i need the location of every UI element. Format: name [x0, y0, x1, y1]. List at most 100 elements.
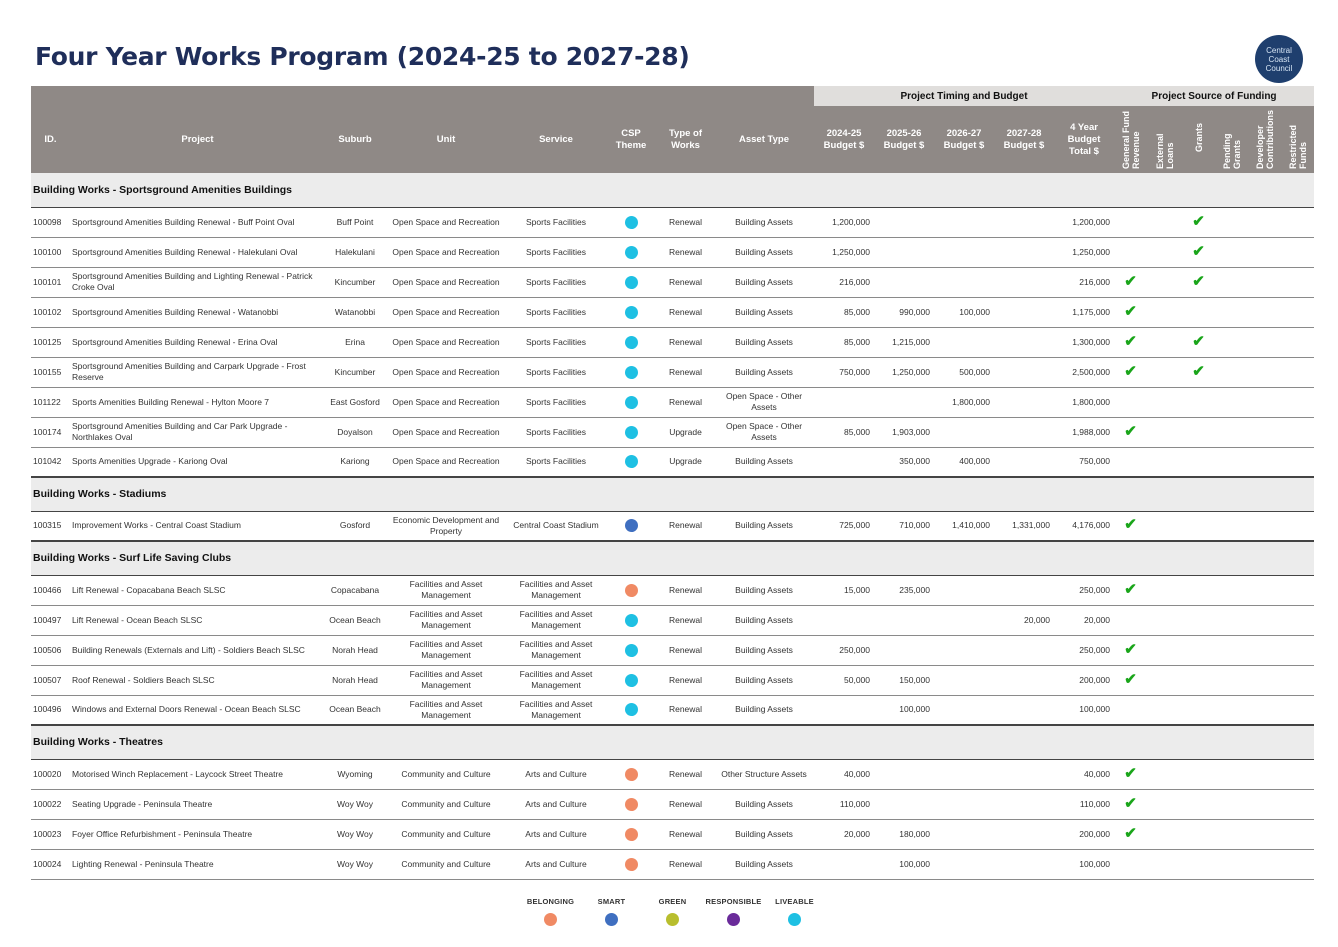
csp-theme-dot — [624, 703, 638, 717]
cell-pending-grants — [1215, 207, 1249, 238]
cell-grants — [1182, 511, 1216, 542]
cell-external-loans — [1147, 819, 1183, 850]
cell-project: Sportsground Amenities Building Renewal … — [70, 237, 325, 268]
cell-general-fund — [1114, 605, 1148, 636]
cell-budget-2026-27 — [934, 819, 994, 850]
cell-asset-type: Building Assets — [714, 357, 814, 388]
cell-id: 100466 — [31, 575, 70, 606]
cell-type-of-works: Renewal — [657, 759, 714, 790]
cell-suburb: Woy Woy — [325, 849, 385, 880]
cell-budget-2025-26: 100,000 — [874, 849, 934, 880]
csp-theme-dot — [624, 455, 638, 469]
csp-theme-dot — [624, 275, 638, 289]
cell-project: Lift Renewal - Copacabana Beach SLSC — [70, 575, 325, 606]
cell-grants — [1182, 447, 1216, 478]
cell-service: Facilities and Asset Management — [507, 635, 605, 666]
cell-developer-contributions — [1248, 849, 1282, 880]
cell-type-of-works: Renewal — [657, 605, 714, 636]
cell-id: 100024 — [31, 849, 70, 880]
cell-csp-theme — [605, 759, 657, 790]
cell-general-fund — [1114, 447, 1148, 478]
col-header-budget-2024-25: 2024-25 Budget $ — [814, 106, 874, 173]
legend-color-dot — [544, 913, 557, 926]
cell-grants — [1182, 665, 1216, 696]
cell-pending-grants — [1215, 267, 1249, 298]
checkmark-icon: ✔ — [1124, 516, 1137, 534]
cell-restricted-funds — [1281, 387, 1315, 418]
council-logo: Central Coast Council — [1255, 35, 1303, 83]
cell-type-of-works: Renewal — [657, 327, 714, 358]
cell-unit: Community and Culture — [385, 759, 507, 790]
cell-budget-2024-25: 216,000 — [814, 267, 874, 298]
cell-developer-contributions — [1248, 237, 1282, 268]
cell-4-year-total: 200,000 — [1054, 665, 1115, 696]
cell-budget-2025-26 — [874, 759, 934, 790]
checkmark-icon: ✔ — [1124, 794, 1137, 812]
cell-id: 100496 — [31, 695, 70, 726]
cell-grants: ✔ — [1182, 357, 1216, 388]
cell-developer-contributions — [1248, 387, 1282, 418]
cell-pending-grants — [1215, 357, 1249, 388]
table-row: 100100 Sportsground Amenities Building Re… — [31, 237, 1315, 268]
cell-budget-2025-26 — [874, 267, 934, 298]
cell-unit: Open Space and Recreation — [385, 267, 507, 298]
group-header-row: Project Timing and Budget Project Source… — [31, 86, 1315, 106]
cell-asset-type: Other Structure Assets — [714, 759, 814, 790]
cell-budget-2027-28 — [994, 387, 1054, 418]
cell-type-of-works: Renewal — [657, 849, 714, 880]
cell-budget-2024-25: 85,000 — [814, 297, 874, 328]
cell-external-loans — [1147, 759, 1183, 790]
cell-grants: ✔ — [1182, 267, 1216, 298]
cell-csp-theme — [605, 575, 657, 606]
group-header-funding: Project Source of Funding — [1114, 86, 1315, 106]
cell-4-year-total: 1,300,000 — [1054, 327, 1115, 358]
cell-restricted-funds — [1281, 511, 1315, 542]
cell-budget-2025-26: 235,000 — [874, 575, 934, 606]
cell-developer-contributions — [1248, 605, 1282, 636]
cell-restricted-funds — [1281, 207, 1315, 238]
cell-budget-2024-25: 110,000 — [814, 789, 874, 820]
cell-budget-2026-27: 1,800,000 — [934, 387, 994, 418]
cell-pending-grants — [1215, 575, 1249, 606]
cell-id: 100497 — [31, 605, 70, 636]
cell-suburb: Watanobbi — [325, 297, 385, 328]
cell-suburb: Woy Woy — [325, 789, 385, 820]
section-title: Building Works - Theatres — [31, 724, 1315, 760]
cell-external-loans — [1147, 665, 1183, 696]
cell-restricted-funds — [1281, 789, 1315, 820]
csp-theme-dot — [624, 767, 638, 781]
cell-budget-2025-26: 710,000 — [874, 511, 934, 542]
checkmark-icon: ✔ — [1124, 640, 1137, 658]
csp-theme-dot — [624, 215, 638, 229]
cell-service: Sports Facilities — [507, 207, 605, 238]
cell-restricted-funds — [1281, 417, 1315, 448]
legend-color-dot — [727, 913, 740, 926]
cell-external-loans — [1147, 297, 1183, 328]
cell-4-year-total: 1,200,000 — [1054, 207, 1115, 238]
cell-service: Arts and Culture — [507, 759, 605, 790]
cell-4-year-total: 100,000 — [1054, 849, 1115, 880]
checkmark-icon: ✔ — [1192, 212, 1205, 230]
cell-csp-theme — [605, 417, 657, 448]
cell-budget-2026-27 — [934, 759, 994, 790]
col-header-general-fund: General Fund Revenue — [1114, 106, 1148, 173]
cell-developer-contributions — [1248, 575, 1282, 606]
cell-budget-2025-26: 150,000 — [874, 665, 934, 696]
cell-suburb: Ocean Beach — [325, 605, 385, 636]
cell-suburb: Buff Point — [325, 207, 385, 238]
cell-budget-2027-28 — [994, 849, 1054, 880]
cell-budget-2026-27 — [934, 207, 994, 238]
cell-service: Facilities and Asset Management — [507, 665, 605, 696]
legend-label: GREEN — [658, 897, 687, 906]
cell-project: Roof Renewal - Soldiers Beach SLSC — [70, 665, 325, 696]
cell-grants: ✔ — [1182, 237, 1216, 268]
cell-project: Sportsground Amenities Building and Carp… — [70, 357, 325, 388]
cell-budget-2024-25: 20,000 — [814, 819, 874, 850]
cell-grants — [1182, 417, 1216, 448]
cell-restricted-funds — [1281, 849, 1315, 880]
col-header-budget-2025-26: 2025-26 Budget $ — [874, 106, 934, 173]
cell-external-loans — [1147, 357, 1183, 388]
section-row: Building Works - Theatres — [31, 724, 1315, 760]
cell-budget-2024-25 — [814, 695, 874, 726]
cell-pending-grants — [1215, 759, 1249, 790]
